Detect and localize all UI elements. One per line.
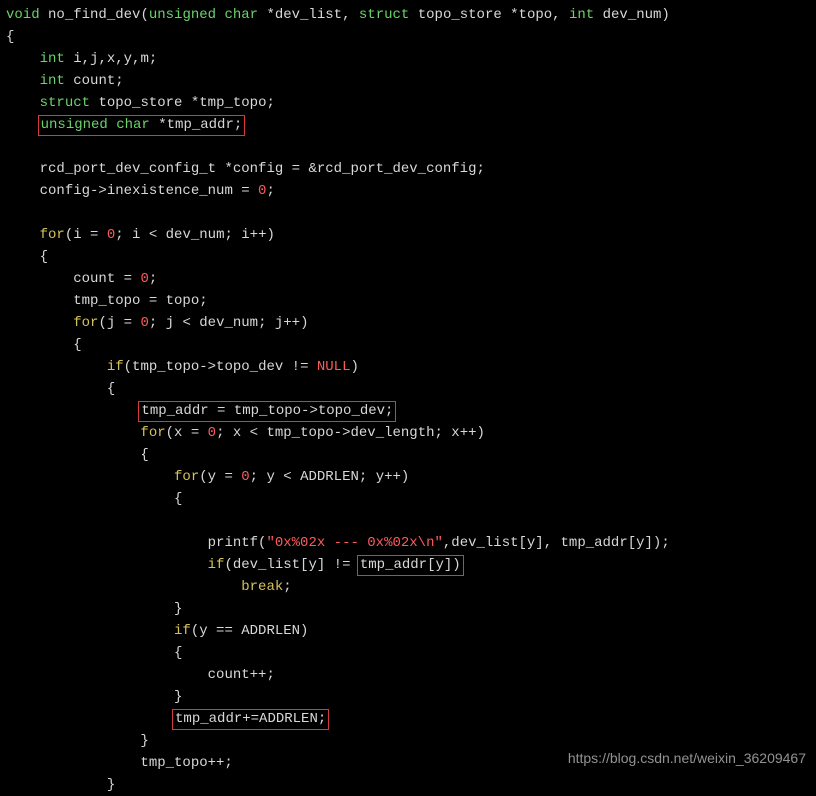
count-pp: count++; [208, 667, 275, 683]
kw-for: for [40, 227, 65, 243]
kw-unsigned-char: unsigned char [41, 117, 150, 133]
kw-break: break [241, 579, 283, 595]
for-j-a: (j = [98, 315, 140, 331]
for-i-a: (i = [65, 227, 107, 243]
for-y-b: ; y < ADDRLEN; y++) [250, 469, 410, 485]
param2-name: *topo [510, 7, 552, 23]
kw-struct: struct [359, 7, 409, 23]
highlight-tmp-addr-decl: unsigned char *tmp_addr; [38, 115, 246, 136]
kw-for: for [73, 315, 98, 331]
tmp-topo-pp: tmp_topo++; [140, 755, 232, 771]
highlight-tmp-addr-idx: tmp_addr[y]) [357, 555, 464, 576]
if-dev-a: (dev_list[y] != [224, 557, 358, 573]
kw-struct: struct [40, 95, 90, 111]
count-eq: count = [73, 271, 140, 287]
highlight-tmp-addr-inc: tmp_addr+=ADDRLEN; [172, 709, 329, 730]
for-x-b: ; x < tmp_topo->dev_length; x++) [216, 425, 485, 441]
watermark: https://blog.csdn.net/weixin_36209467 [568, 747, 806, 769]
config-line: rcd_port_dev_config_t *config = &rcd_por… [40, 161, 485, 177]
tmp-addr-decl: *tmp_addr; [158, 117, 242, 133]
for-i-b: ; i < dev_num; i++) [115, 227, 275, 243]
kw-null: NULL [317, 359, 351, 375]
param3: dev_num [603, 7, 662, 23]
printf-args: ,dev_list[y], tmp_addr[y]); [443, 535, 670, 551]
kw-if: if [107, 359, 124, 375]
num-zero: 0 [107, 227, 115, 243]
kw-if: if [174, 623, 191, 639]
num-zero: 0 [140, 315, 148, 331]
tmp-addr-idx: tmp_addr[y]) [360, 557, 461, 573]
config-zero-pre: config->inexistence_num = [40, 183, 258, 199]
printf-pre: printf( [208, 535, 267, 551]
num-zero: 0 [208, 425, 216, 441]
fn-name: no_find_dev [48, 7, 140, 23]
kw-if: if [208, 557, 225, 573]
tmp-topo-assign: tmp_topo = topo; [73, 293, 207, 309]
tmp-topo-type: topo_store [98, 95, 182, 111]
kw-unsigned-char: unsigned char [149, 7, 258, 23]
for-y-a: (y = [199, 469, 241, 485]
printf-fmt: "0x%02x --- 0x%02x\n" [266, 535, 442, 551]
tmp-addr-inc: tmp_addr+=ADDRLEN; [175, 711, 326, 727]
kw-int: int [40, 51, 65, 67]
if-y-eq: (y == ADDRLEN) [191, 623, 309, 639]
param1: *dev_list [266, 7, 342, 23]
kw-int: int [569, 7, 594, 23]
num-zero: 0 [241, 469, 249, 485]
decl-count: count; [73, 73, 123, 89]
kw-void: void [6, 7, 40, 23]
code-block: void no_find_dev(unsigned char *dev_list… [6, 4, 810, 796]
param2-type: topo_store [418, 7, 502, 23]
highlight-tmp-addr-assign: tmp_addr = tmp_topo->topo_dev; [138, 401, 396, 422]
for-j-b: ; j < dev_num; j++) [149, 315, 309, 331]
for-x-a: (x = [166, 425, 208, 441]
kw-int: int [40, 73, 65, 89]
num-zero: 0 [140, 271, 148, 287]
tmp-topo-decl: *tmp_topo; [191, 95, 275, 111]
kw-for: for [140, 425, 165, 441]
kw-for: for [174, 469, 199, 485]
decl-vars: i,j,x,y,m; [73, 51, 157, 67]
if-topo-dev: (tmp_topo->topo_dev != [124, 359, 317, 375]
tmp-addr-assign: tmp_addr = tmp_topo->topo_dev; [141, 403, 393, 419]
